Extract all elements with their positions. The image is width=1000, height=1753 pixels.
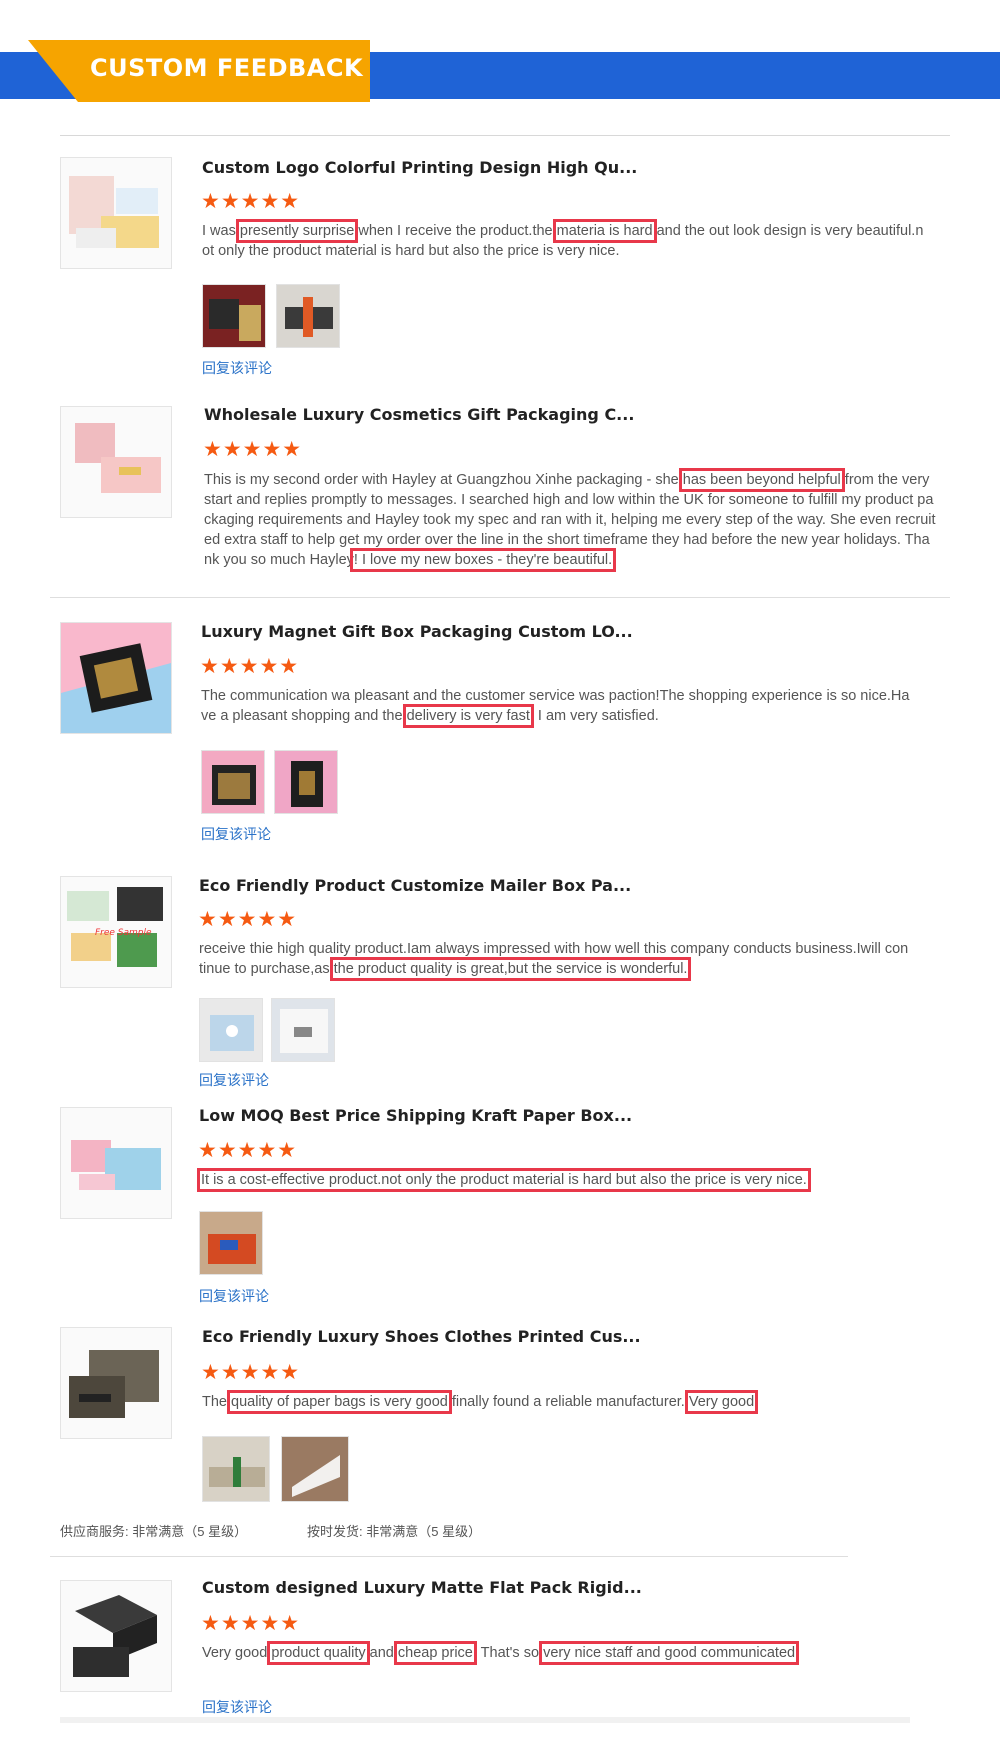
highlight-box: materia is hard — [552, 219, 657, 243]
review-text: This is my second order with Hayley at G… — [204, 468, 936, 572]
review-photo[interactable] — [281, 1436, 349, 1502]
review-photo[interactable] — [199, 1211, 263, 1275]
product-title[interactable]: Eco Friendly Luxury Shoes Clothes Printe… — [202, 1327, 641, 1346]
highlight-box: Very good — [684, 1390, 759, 1414]
review-photo[interactable] — [274, 750, 338, 814]
review-photo[interactable] — [202, 284, 266, 348]
review-photo[interactable] — [271, 998, 335, 1062]
divider — [60, 135, 950, 136]
product-thumbnail[interactable] — [60, 1107, 172, 1219]
highlight-box: cheap price — [393, 1641, 477, 1665]
product-thumbnail[interactable] — [60, 406, 172, 518]
product-title[interactable]: Wholesale Luxury Cosmetics Gift Packagin… — [204, 405, 634, 424]
rating-stars: ★★★★★ — [203, 437, 303, 461]
highlight-box: very nice staff and good communicated — [539, 1641, 800, 1665]
product-thumbnail[interactable] — [60, 157, 172, 269]
divider — [50, 1556, 848, 1557]
review-text: receive thie high quality product.Iam al… — [199, 941, 909, 981]
product-title[interactable]: Custom Logo Colorful Printing Design Hig… — [202, 158, 637, 177]
reply-link[interactable]: 回复该评论 — [199, 1286, 269, 1306]
svg-text:Free Sample: Free Sample — [95, 928, 152, 938]
review-text: The quality of paper bags is very good,f… — [202, 1390, 759, 1414]
product-image — [61, 407, 171, 517]
product-title[interactable]: Luxury Magnet Gift Box Packaging Custom … — [201, 622, 633, 641]
rating-stars: ★★★★★ — [198, 1138, 298, 1162]
reply-link[interactable]: 回复该评论 — [199, 1070, 269, 1090]
review-text: I was presently surprise when I receive … — [202, 219, 924, 259]
highlight-box: delivery is very fast — [402, 704, 534, 728]
supplier-service-rating: 供应商服务: 非常满意（5 星级） — [60, 1524, 248, 1539]
product-title[interactable]: Low MOQ Best Price Shipping Kraft Paper … — [199, 1106, 632, 1125]
rating-stars: ★★★★★ — [201, 1611, 301, 1635]
product-thumbnail[interactable] — [60, 1580, 172, 1692]
product-image — [61, 158, 171, 268]
rating-stars: ★★★★★ — [200, 654, 300, 678]
highlight-box: It is a cost-effective product.not only … — [197, 1168, 811, 1192]
product-thumbnail[interactable]: Free Sample — [60, 876, 172, 988]
review-text: It is a cost-effective product.not only … — [197, 1168, 941, 1192]
divider — [50, 597, 950, 598]
highlight-box: quality of paper bags is very good — [227, 1390, 452, 1414]
shipping-rating: 按时发货: 非常满意（5 星级） — [307, 1524, 482, 1539]
product-title[interactable]: Eco Friendly Product Customize Mailer Bo… — [199, 876, 631, 895]
highlight-box: ! I love my new boxes - they're beautifu… — [349, 548, 617, 572]
page-title: CUSTOM FEEDBACK — [90, 54, 364, 82]
highlight-box: the product quality is great,but the ser… — [329, 957, 692, 981]
review-text: The communication wa pleasant and the cu… — [201, 688, 910, 728]
reply-link[interactable]: 回复该评论 — [202, 1697, 272, 1717]
review-text: Very good product quality and cheap pric… — [202, 1641, 800, 1665]
review-photo[interactable] — [202, 1436, 270, 1502]
reply-link[interactable]: 回复该评论 — [201, 824, 271, 844]
review-photo[interactable] — [199, 998, 263, 1062]
rating-stars: ★★★★★ — [198, 907, 298, 931]
rating-stars: ★★★★★ — [201, 1360, 301, 1384]
highlight-box: has been beyond helpful — [678, 468, 845, 492]
review-photo[interactable] — [276, 284, 340, 348]
product-image — [61, 623, 171, 733]
product-thumbnail[interactable] — [60, 1327, 172, 1439]
product-title[interactable]: Custom designed Luxury Matte Flat Pack R… — [202, 1578, 642, 1597]
review-photo[interactable] — [201, 750, 265, 814]
rating-stars: ★★★★★ — [201, 189, 301, 213]
product-image: Free Sample — [61, 877, 171, 987]
bottom-bar — [60, 1717, 910, 1723]
highlight-box: product quality — [267, 1641, 370, 1665]
highlight-box: presently surprise — [235, 219, 359, 243]
reply-link[interactable]: 回复该评论 — [202, 358, 272, 378]
product-image — [61, 1328, 171, 1438]
product-thumbnail[interactable] — [60, 622, 172, 734]
product-image — [61, 1581, 171, 1691]
product-image — [61, 1108, 171, 1218]
